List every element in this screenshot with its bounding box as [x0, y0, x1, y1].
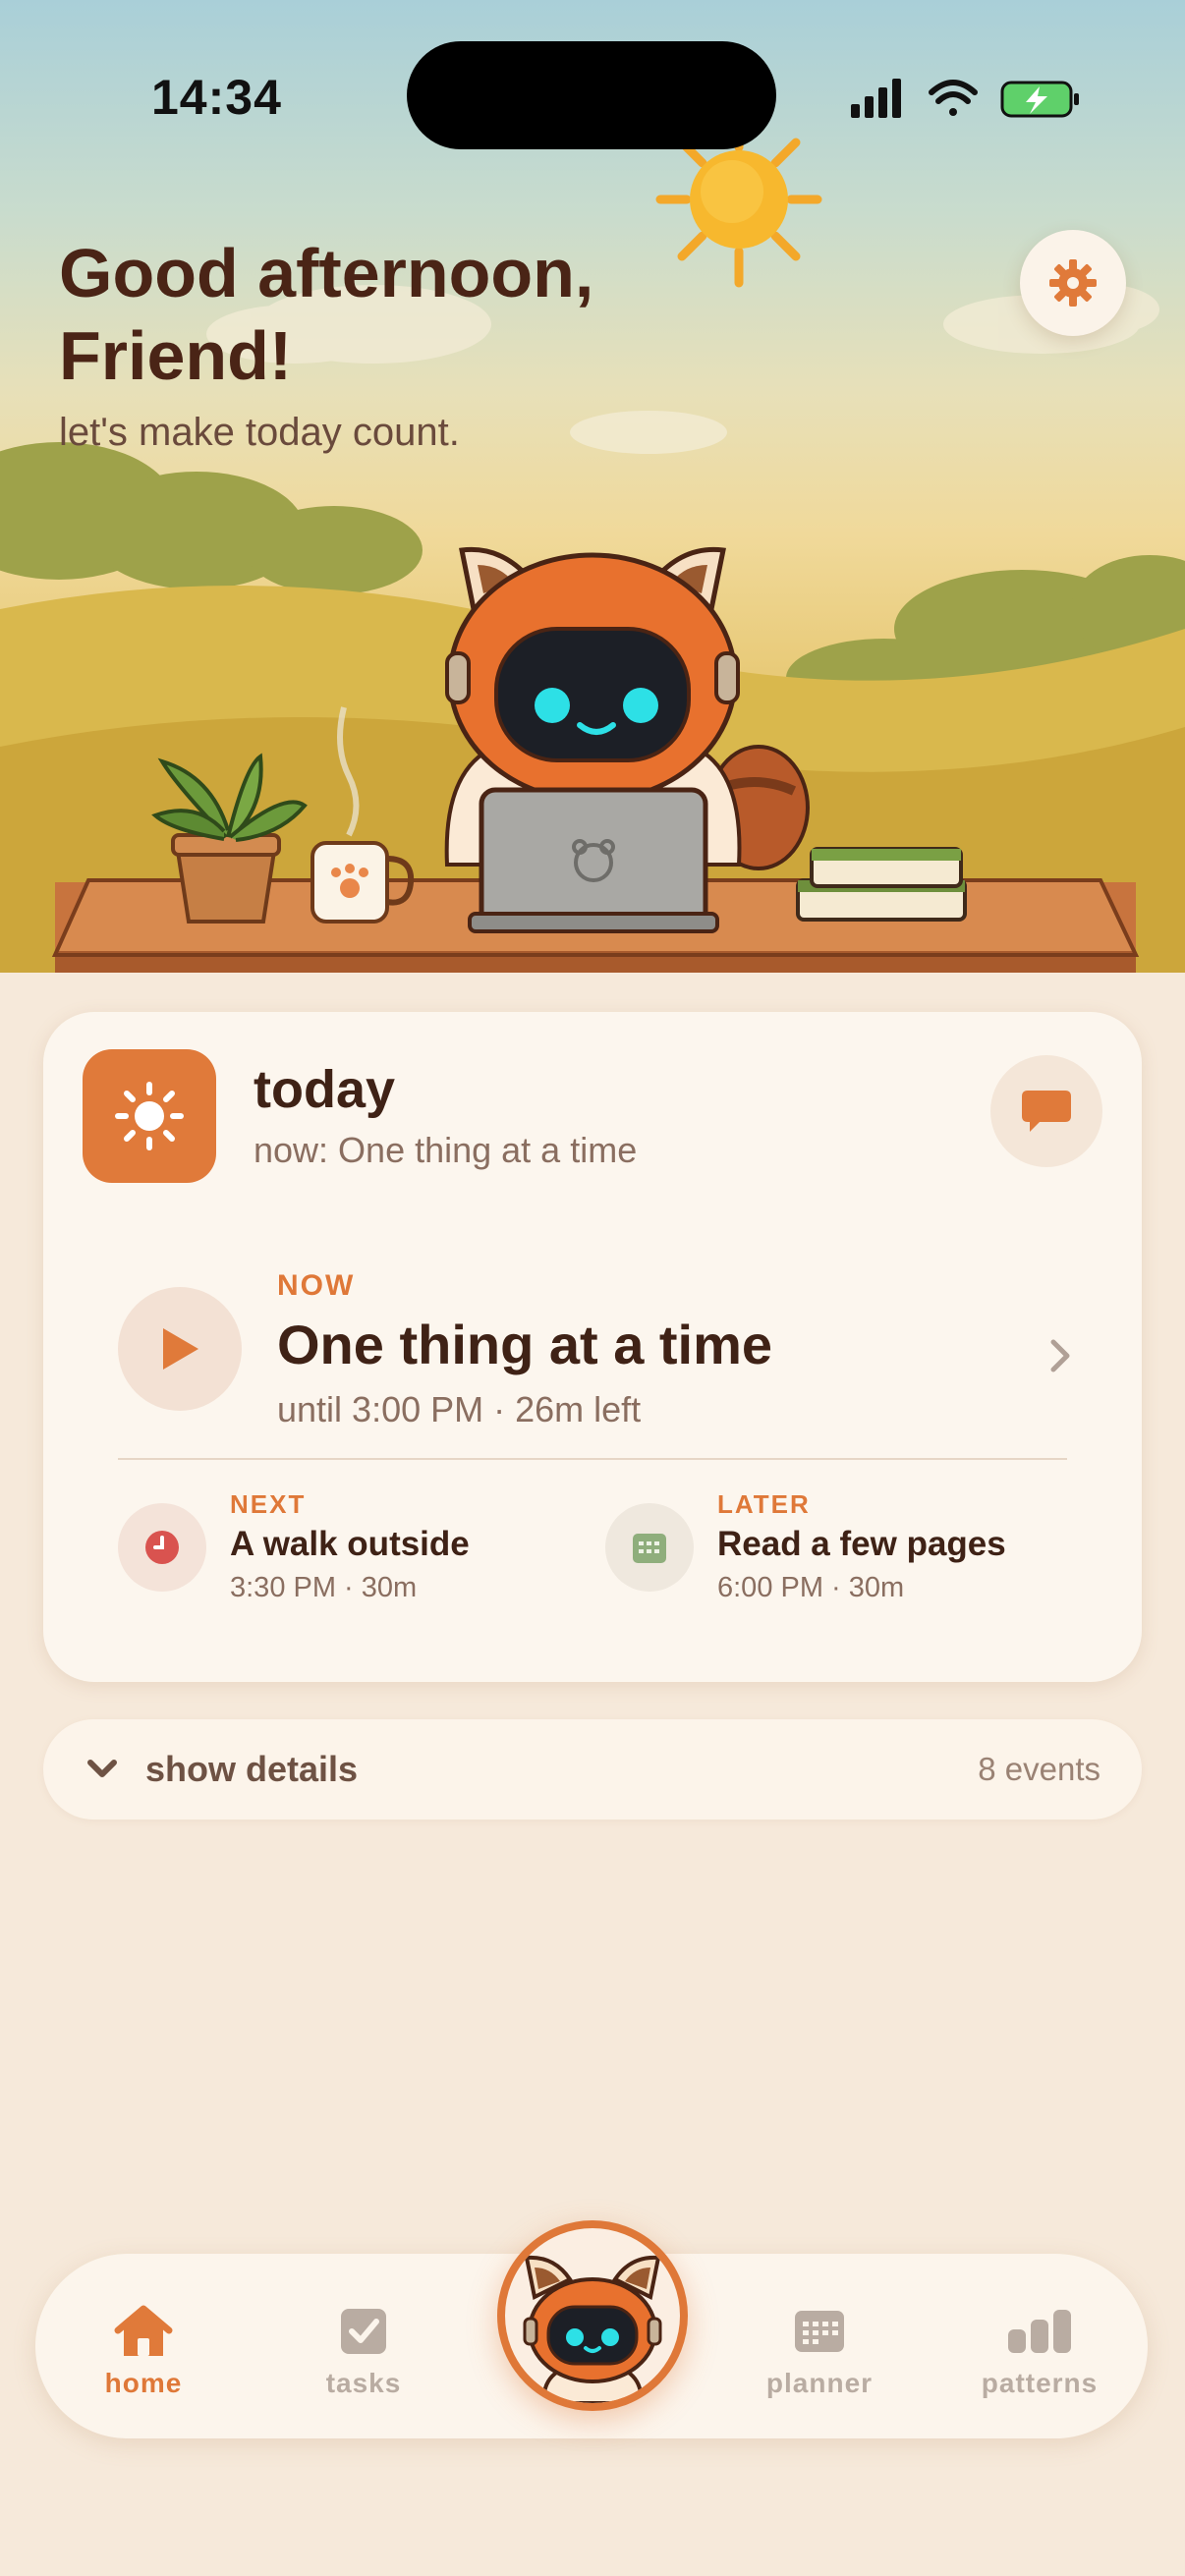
- chat-button[interactable]: [990, 1055, 1102, 1167]
- assistant-button[interactable]: [497, 2220, 688, 2411]
- show-details-toggle[interactable]: show details 8 events: [43, 1719, 1142, 1820]
- nav-tasks-label: tasks: [325, 2368, 402, 2398]
- greeting-heading: Good afternoon, Friend!: [59, 232, 747, 397]
- today-title: today: [254, 1060, 396, 1119]
- chevron-right-icon[interactable]: [1045, 1336, 1075, 1375]
- nav-tasks[interactable]: tasks: [275, 2301, 452, 2399]
- next-event-time: 3:30 PM · 30m: [230, 1572, 418, 1603]
- nav-planner[interactable]: planner: [731, 2301, 908, 2399]
- home-icon: [114, 2305, 173, 2356]
- later-label: LATER: [717, 1489, 811, 1519]
- greeting-line-1: Good afternoon,: [59, 235, 594, 311]
- nav-home[interactable]: home: [55, 2301, 232, 2399]
- play-button[interactable]: [118, 1287, 242, 1411]
- calendar-icon: [795, 2311, 844, 2352]
- today-subtitle: now: One thing at a time: [254, 1130, 638, 1170]
- now-task-time: until 3:00 PM · 26m left: [277, 1389, 642, 1429]
- card-divider: [118, 1458, 1067, 1460]
- clock-icon: [145, 1531, 179, 1564]
- calendar-icon: [633, 1534, 666, 1563]
- now-label: NOW: [277, 1269, 356, 1302]
- nav-patterns[interactable]: patterns: [951, 2301, 1128, 2399]
- chevron-down-icon: [87, 1760, 117, 1777]
- chat-bubble-icon: [1022, 1091, 1071, 1132]
- checkbox-icon: [341, 2309, 386, 2354]
- today-icon-tile: [83, 1049, 216, 1183]
- now-task-title[interactable]: One thing at a time: [277, 1313, 772, 1376]
- nav-patterns-label: patterns: [981, 2368, 1099, 2398]
- next-event-icon-circle: [118, 1503, 206, 1592]
- later-event-time: 6:00 PM · 30m: [717, 1572, 905, 1603]
- battery-charging-icon: [1000, 81, 1079, 118]
- nav-home-label: home: [104, 2368, 183, 2398]
- bar-chart-icon: [1008, 2310, 1071, 2353]
- greeting-line-2: Friend!: [59, 317, 293, 394]
- play-icon: [163, 1328, 198, 1370]
- hero-illustration: 14:34 Good afternoon, Friend! let's make…: [0, 0, 1185, 973]
- next-label: NEXT: [230, 1489, 307, 1519]
- next-event-title[interactable]: A walk outside: [230, 1525, 470, 1564]
- events-count: 8 events: [978, 1751, 1100, 1787]
- later-event-title[interactable]: Read a few pages: [717, 1525, 1006, 1564]
- today-card: today now: One thing at a time NOW One t…: [43, 1012, 1142, 1682]
- robot-mascot-icon: [523, 2255, 662, 2403]
- books-decoration: [796, 847, 967, 922]
- greeting-subtitle: let's make today count.: [59, 411, 460, 454]
- status-icons: [851, 79, 1079, 118]
- show-details-label: show details: [145, 1749, 359, 1789]
- cellular-signal-icon: [851, 79, 901, 118]
- dynamic-island: [407, 41, 776, 149]
- later-event-icon-circle: [605, 1503, 694, 1592]
- settings-button[interactable]: [1020, 230, 1126, 336]
- sun-icon: [115, 1082, 184, 1150]
- gear-icon: [1049, 259, 1097, 307]
- status-time: 14:34: [151, 70, 282, 125]
- wifi-icon: [929, 80, 978, 116]
- nav-planner-label: planner: [765, 2368, 874, 2398]
